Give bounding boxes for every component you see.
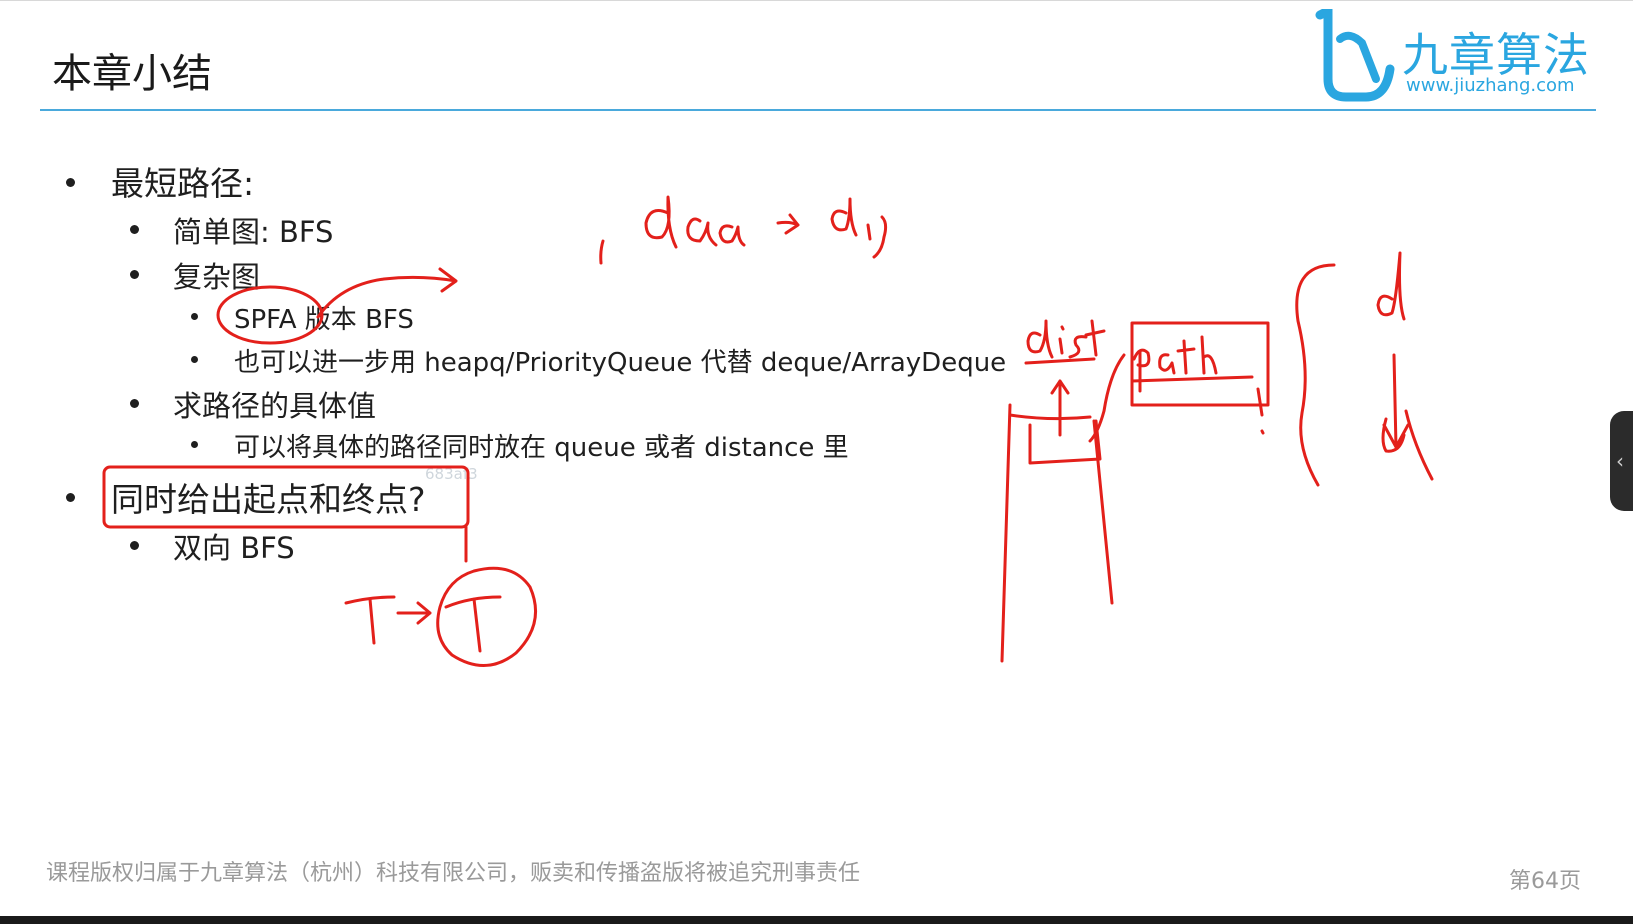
bullet-dot — [191, 441, 198, 448]
bullet-dot — [130, 270, 139, 279]
bullet-dot — [130, 399, 139, 408]
ink-stroke — [1008, 413, 1092, 421]
bullet-dot — [130, 541, 139, 550]
bullet-complex-graph: 复杂图 — [173, 260, 261, 294]
jiuzhang-logo-icon — [1315, 9, 1395, 102]
bullet-shortest-path: 最短路径: — [111, 164, 255, 203]
ink-box — [1130, 321, 1270, 407]
ink-stroke — [1024, 357, 1096, 365]
watermark: 683af3 — [425, 465, 478, 483]
ink-stroke — [1376, 251, 1406, 321]
logo-url: www.jiuzhang.com — [1406, 75, 1575, 96]
ink-stroke — [644, 195, 678, 249]
ink-stroke — [686, 217, 718, 247]
ink-note-path — [1132, 335, 1218, 393]
ink-stroke — [344, 595, 396, 645]
ink-stroke — [1088, 353, 1126, 443]
ink-stroke — [1130, 375, 1254, 383]
ink-stroke — [1256, 387, 1265, 435]
bullet-simple-graph: 简单图: BFS — [173, 215, 334, 249]
bullet-dot — [191, 313, 198, 320]
bullet-dot — [66, 178, 75, 187]
ink-stroke — [1028, 419, 1102, 465]
bullet-dot — [191, 356, 198, 363]
ink-stroke — [1381, 409, 1434, 481]
ink-brace — [1295, 263, 1336, 487]
logo: 九章算法 www.jiuzhang.com — [1306, 9, 1606, 105]
ink-stroke — [1000, 403, 1012, 663]
ink-arrow — [396, 601, 432, 625]
chevron-left-icon: ‹ — [1616, 449, 1624, 473]
ink-stroke — [444, 595, 502, 653]
ink-stroke — [599, 239, 605, 265]
ink-stroke — [1050, 379, 1070, 437]
ink-stroke — [718, 224, 746, 247]
bullet-dot — [130, 225, 139, 234]
bullet-bidirectional: 双向 BFS — [173, 531, 295, 565]
bullet-path-value: 求路径的具体值 — [173, 389, 377, 423]
title-divider — [40, 109, 1596, 111]
ink-stroke — [776, 213, 800, 235]
ink-circle — [436, 566, 538, 667]
copyright-footer: 课程版权归属于九章算法（杭州）科技有限公司，贩卖和传播盗版将被追究刑事责任 — [46, 861, 861, 886]
slide: 本章小结 九章算法 www.jiuzhang.com 最短路径: 简单图: BF… — [0, 0, 1633, 924]
bullet-spfa: SPFA 版本 BFS — [234, 305, 414, 335]
bullet-dot — [66, 493, 75, 502]
ink-note-dist — [1026, 319, 1106, 359]
ink-stroke — [866, 215, 888, 259]
bullet-start-end: 同时给出起点和终点? — [111, 480, 426, 519]
slide-title: 本章小结 — [52, 51, 212, 97]
page-number: 第64页 — [1509, 869, 1581, 894]
bullet-heapq: 也可以进一步用 heapq/PriorityQueue 代替 deque/Arr… — [234, 348, 1007, 378]
ink-stroke — [830, 197, 858, 237]
ink-stroke — [1382, 353, 1410, 449]
side-panel-toggle[interactable]: ‹ — [1610, 411, 1633, 511]
ink-stroke — [1092, 419, 1114, 605]
bullet-path-in-queue: 可以将具体的路径同时放在 queue 或者 distance 里 — [234, 433, 849, 463]
